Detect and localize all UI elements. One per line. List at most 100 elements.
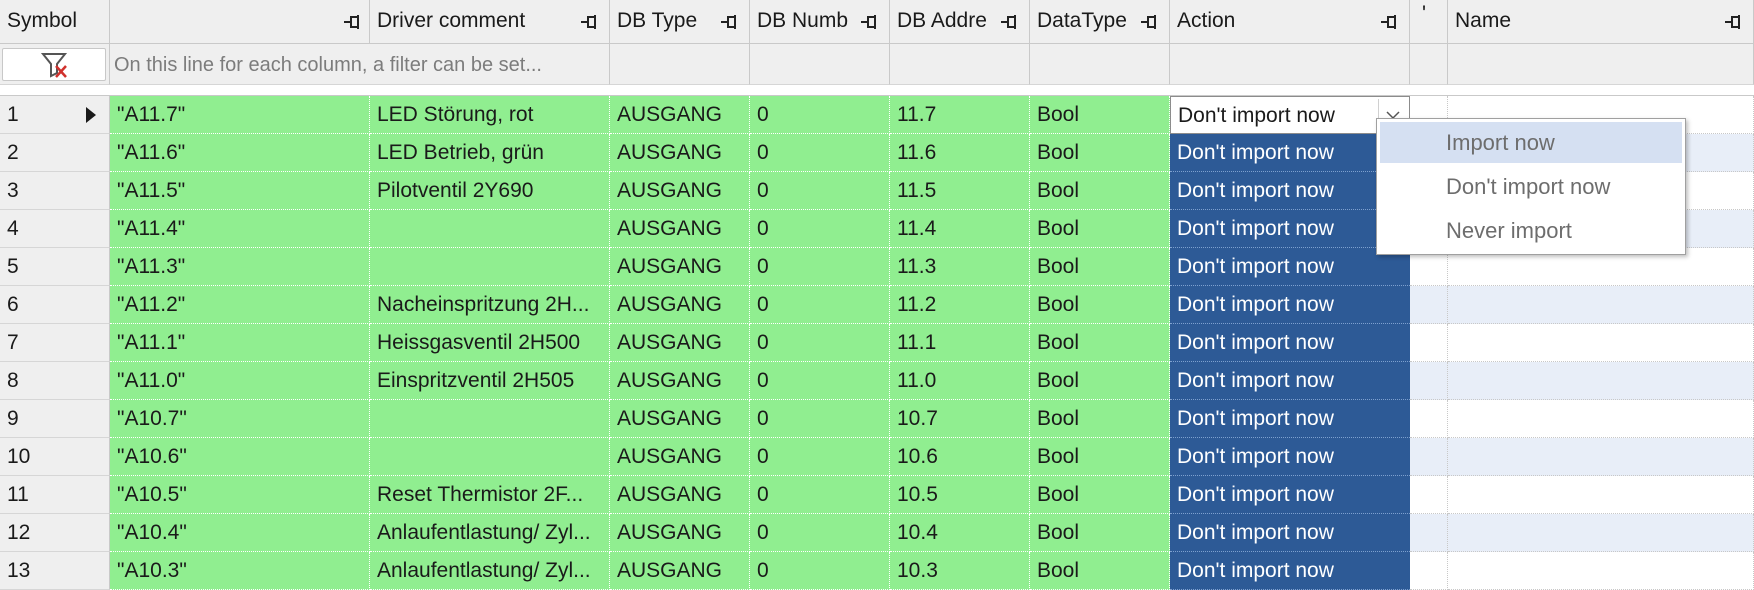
filter-cell[interactable] (1030, 44, 1170, 85)
action-cell[interactable]: Don't import now (1170, 400, 1410, 438)
row-number[interactable]: 8 (0, 362, 110, 400)
action-cell[interactable]: Don't import now (1170, 96, 1410, 134)
name-cell (1448, 476, 1754, 514)
column-header-db-address[interactable]: DB Addre (890, 0, 1030, 44)
action-cell[interactable]: Don't import now (1170, 476, 1410, 514)
db-number-cell: 0 (750, 134, 890, 172)
action-cell[interactable]: Don't import now (1170, 210, 1410, 248)
driver-comment-cell: Anlaufentlastung/ Zyl... (370, 514, 610, 552)
menu-item-never-import[interactable]: Never import (1380, 210, 1682, 251)
column-header-driver-comment[interactable]: Driver comment (370, 0, 610, 44)
row-number[interactable]: 12 (0, 514, 110, 552)
pin-icon[interactable] (1139, 12, 1159, 32)
name-cell (1448, 552, 1754, 590)
db-address-cell: 11.5 (890, 172, 1030, 210)
pin-icon[interactable] (999, 12, 1019, 32)
clear-filter-button[interactable] (2, 48, 106, 81)
narrow-cell (1410, 400, 1448, 438)
menu-item-dont-import-now[interactable]: Don't import now (1380, 166, 1682, 207)
db-address-cell: 10.7 (890, 400, 1030, 438)
column-header-label: DB Numb (757, 9, 849, 32)
row-number[interactable]: 6 (0, 286, 110, 324)
datatype-cell: Bool (1030, 362, 1170, 400)
column-header-symbol-ext[interactable] (110, 0, 370, 44)
row-number[interactable]: 13 (0, 552, 110, 590)
db-type-cell: AUSGANG (610, 324, 750, 362)
column-header-datatype[interactable]: DataType (1030, 0, 1170, 44)
db-type-cell: AUSGANG (610, 134, 750, 172)
datatype-cell: Bool (1030, 438, 1170, 476)
action-cell[interactable]: Don't import now (1170, 362, 1410, 400)
db-address-cell: 10.6 (890, 438, 1030, 476)
filter-cell[interactable] (1410, 44, 1448, 85)
pin-icon[interactable] (1723, 12, 1743, 32)
db-type-cell: AUSGANG (610, 400, 750, 438)
db-type-cell: AUSGANG (610, 248, 750, 286)
row-number[interactable]: 4 (0, 210, 110, 248)
db-number-cell: 0 (750, 248, 890, 286)
datatype-cell: Bool (1030, 552, 1170, 590)
column-header-label: DB Addre (897, 9, 987, 32)
narrow-cell (1410, 362, 1448, 400)
narrow-cell (1410, 476, 1448, 514)
row-number[interactable]: 7 (0, 324, 110, 362)
db-address-cell: 10.3 (890, 552, 1030, 590)
column-header-symbol[interactable]: Symbol (0, 0, 110, 44)
filter-cell[interactable] (890, 44, 1030, 85)
row-number[interactable]: 3 (0, 172, 110, 210)
column-header-narrow[interactable]: ' (1410, 0, 1448, 44)
action-cell[interactable]: Don't import now (1170, 172, 1410, 210)
pin-icon[interactable] (1379, 12, 1399, 32)
grid-separator (0, 85, 1754, 96)
pin-icon[interactable] (859, 12, 879, 32)
menu-item-import-now[interactable]: Import now (1380, 122, 1682, 163)
db-number-cell: 0 (750, 286, 890, 324)
row-number[interactable]: 9 (0, 400, 110, 438)
driver-comment-cell: Anlaufentlastung/ Zyl... (370, 552, 610, 590)
pin-icon[interactable] (719, 12, 739, 32)
symbol-cell: "A10.7" (110, 400, 370, 438)
db-type-cell: AUSGANG (610, 96, 750, 134)
narrow-cell (1410, 286, 1448, 324)
action-cell[interactable]: Don't import now (1170, 248, 1410, 286)
driver-comment-cell: LED Betrieb, grün (370, 134, 610, 172)
action-cell[interactable]: Don't import now (1170, 438, 1410, 476)
row-number[interactable]: 11 (0, 476, 110, 514)
symbol-cell: "A10.4" (110, 514, 370, 552)
row-number[interactable]: 2 (0, 134, 110, 172)
column-header-label: Name (1455, 9, 1512, 32)
column-header-action[interactable]: Action (1170, 0, 1410, 44)
symbol-cell: "A11.6" (110, 134, 370, 172)
column-header-db-number[interactable]: DB Numb (750, 0, 890, 44)
pin-icon[interactable] (579, 12, 599, 32)
column-header-label: Driver comment (377, 9, 526, 32)
row-number[interactable]: 5 (0, 248, 110, 286)
narrow-cell (1410, 438, 1448, 476)
action-cell[interactable]: Don't import now (1170, 552, 1410, 590)
name-cell (1448, 438, 1754, 476)
datatype-cell: Bool (1030, 248, 1170, 286)
pin-icon[interactable] (342, 12, 362, 32)
column-header-db-type[interactable]: DB Type (610, 0, 750, 44)
action-cell[interactable]: Don't import now (1170, 286, 1410, 324)
filter-cell[interactable] (610, 44, 750, 85)
action-cell[interactable]: Don't import now (1170, 134, 1410, 172)
db-number-cell: 0 (750, 552, 890, 590)
datatype-cell: Bool (1030, 134, 1170, 172)
name-cell (1448, 324, 1754, 362)
datatype-cell: Bool (1030, 514, 1170, 552)
symbol-cell: "A11.3" (110, 248, 370, 286)
action-cell[interactable]: Don't import now (1170, 324, 1410, 362)
datatype-cell: Bool (1030, 172, 1170, 210)
column-header-name[interactable]: Name (1448, 0, 1754, 44)
db-type-cell: AUSGANG (610, 172, 750, 210)
symbol-cell: "A10.5" (110, 476, 370, 514)
filter-cell[interactable] (1170, 44, 1410, 85)
action-dropdown-menu: Import now Don't import now Never import (1376, 118, 1686, 255)
datatype-cell: Bool (1030, 400, 1170, 438)
row-number[interactable]: 10 (0, 438, 110, 476)
filter-hint: On this line for each column, a filter c… (114, 54, 542, 76)
filter-cell[interactable] (1448, 44, 1754, 85)
action-cell[interactable]: Don't import now (1170, 514, 1410, 552)
filter-cell[interactable] (750, 44, 890, 85)
